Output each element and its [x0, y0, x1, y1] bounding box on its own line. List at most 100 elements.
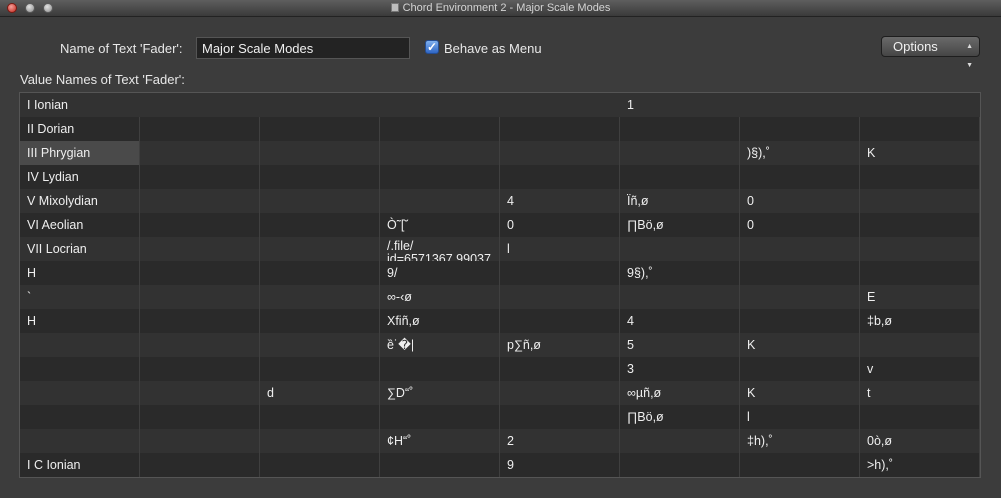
table-cell[interactable]	[860, 189, 980, 213]
table-cell[interactable]: K	[740, 381, 860, 405]
table-cell[interactable]: ∞µñ,ø	[620, 381, 740, 405]
table-cell[interactable]	[500, 285, 620, 309]
table-cell[interactable]	[500, 117, 620, 141]
table-cell[interactable]	[860, 165, 980, 189]
table-row[interactable]: H Xfiñ,ø 4 ‡b,ø	[20, 309, 980, 333]
table-cell[interactable]	[860, 333, 980, 357]
table-cell[interactable]	[380, 117, 500, 141]
table-cell[interactable]	[260, 285, 380, 309]
table-cell[interactable]: `	[20, 285, 140, 309]
table-cell[interactable]	[140, 381, 260, 405]
table-cell[interactable]	[500, 165, 620, 189]
table-cell[interactable]: III Phrygian	[20, 141, 140, 165]
table-cell[interactable]: V Mixolydian	[20, 189, 140, 213]
table-cell[interactable]	[740, 93, 860, 117]
table-cell[interactable]	[620, 237, 740, 261]
table-cell[interactable]	[380, 357, 500, 381]
table-cell[interactable]: H	[20, 261, 140, 285]
table-cell[interactable]	[620, 165, 740, 189]
table-cell[interactable]	[860, 117, 980, 141]
table-cell[interactable]	[260, 93, 380, 117]
table-cell[interactable]	[620, 141, 740, 165]
table-cell[interactable]	[500, 93, 620, 117]
table-cell[interactable]	[140, 93, 260, 117]
table-cell[interactable]	[620, 117, 740, 141]
table-row[interactable]: IV Lydian	[20, 165, 980, 189]
table-cell[interactable]: l	[740, 405, 860, 429]
table-cell[interactable]	[140, 285, 260, 309]
table-row[interactable]: ȅ˙�| p∑ñ,ø 5 K	[20, 333, 980, 357]
behave-as-menu-checkbox[interactable]: ✓	[425, 40, 439, 54]
table-cell[interactable]	[140, 213, 260, 237]
table-row[interactable]: 3v	[20, 357, 980, 381]
table-cell[interactable]	[140, 309, 260, 333]
table-cell[interactable]: 9	[500, 453, 620, 477]
table-cell[interactable]: 0	[500, 213, 620, 237]
table-cell[interactable]: d	[260, 381, 380, 405]
table-row[interactable]: I Ionian 1	[20, 93, 980, 117]
table-cell[interactable]	[620, 453, 740, 477]
table-cell[interactable]	[500, 405, 620, 429]
table-cell[interactable]	[860, 405, 980, 429]
table-cell[interactable]	[20, 429, 140, 453]
table-row[interactable]: I C Ionian 9 >h),˚	[20, 453, 980, 477]
table-cell[interactable]: Ïñ,ø	[620, 189, 740, 213]
table-cell[interactable]	[380, 165, 500, 189]
table-cell[interactable]	[380, 93, 500, 117]
table-cell[interactable]: VII Locrian	[20, 237, 140, 261]
table-cell[interactable]: H	[20, 309, 140, 333]
table-cell[interactable]	[380, 141, 500, 165]
table-cell[interactable]	[140, 261, 260, 285]
table-cell[interactable]: 0	[740, 189, 860, 213]
table-cell[interactable]: l	[500, 237, 620, 261]
table-cell[interactable]	[260, 309, 380, 333]
table-cell[interactable]: ȅ˙�|	[380, 333, 500, 357]
table-cell[interactable]: Xfiñ,ø	[380, 309, 500, 333]
table-row[interactable]: ` ∞-‹ø E	[20, 285, 980, 309]
table-row[interactable]: V Mixolydian 4 Ïñ,ø 0	[20, 189, 980, 213]
table-cell[interactable]	[140, 141, 260, 165]
table-cell[interactable]: ∑D“˚	[380, 381, 500, 405]
table-cell[interactable]	[380, 405, 500, 429]
table-cell[interactable]	[260, 213, 380, 237]
table-cell[interactable]	[260, 189, 380, 213]
table-cell[interactable]	[740, 237, 860, 261]
table-cell[interactable]	[260, 165, 380, 189]
value-names-table[interactable]: I Ionian 1 II Dorian III Phrygian)§),˚ K IV L…	[19, 92, 981, 478]
table-cell[interactable]: 5	[620, 333, 740, 357]
table-cell[interactable]: 9§),˚	[620, 261, 740, 285]
table-cell[interactable]	[500, 141, 620, 165]
table-cell[interactable]	[260, 453, 380, 477]
table-cell[interactable]	[740, 357, 860, 381]
table-cell[interactable]: K	[860, 141, 980, 165]
table-cell[interactable]: 0	[740, 213, 860, 237]
table-cell[interactable]	[500, 261, 620, 285]
table-cell[interactable]	[500, 381, 620, 405]
table-cell[interactable]: ∞-‹ø	[380, 285, 500, 309]
table-cell[interactable]	[140, 429, 260, 453]
table-cell[interactable]	[140, 165, 260, 189]
table-cell[interactable]	[20, 357, 140, 381]
table-cell[interactable]	[860, 213, 980, 237]
table-cell[interactable]	[20, 333, 140, 357]
table-cell[interactable]: II Dorian	[20, 117, 140, 141]
table-cell[interactable]	[260, 117, 380, 141]
table-cell[interactable]	[740, 453, 860, 477]
table-cell[interactable]: I Ionian	[20, 93, 140, 117]
table-cell[interactable]: ¢H“˚	[380, 429, 500, 453]
table-cell[interactable]: t	[860, 381, 980, 405]
table-cell[interactable]: 0ò,ø	[860, 429, 980, 453]
name-field[interactable]	[196, 37, 410, 59]
table-cell[interactable]: >h),˚	[860, 453, 980, 477]
table-row[interactable]: ¢H“˚ 2 ‡h),˚ 0ò,ø	[20, 429, 980, 453]
table-cell[interactable]	[860, 237, 980, 261]
table-cell[interactable]	[260, 237, 380, 261]
table-cell[interactable]: )§),˚	[740, 141, 860, 165]
table-cell[interactable]	[140, 405, 260, 429]
table-cell[interactable]: 1	[620, 93, 740, 117]
table-cell[interactable]	[740, 285, 860, 309]
table-cell[interactable]: ‡h),˚	[740, 429, 860, 453]
table-cell[interactable]	[140, 117, 260, 141]
table-cell[interactable]	[260, 429, 380, 453]
table-cell[interactable]: 2	[500, 429, 620, 453]
